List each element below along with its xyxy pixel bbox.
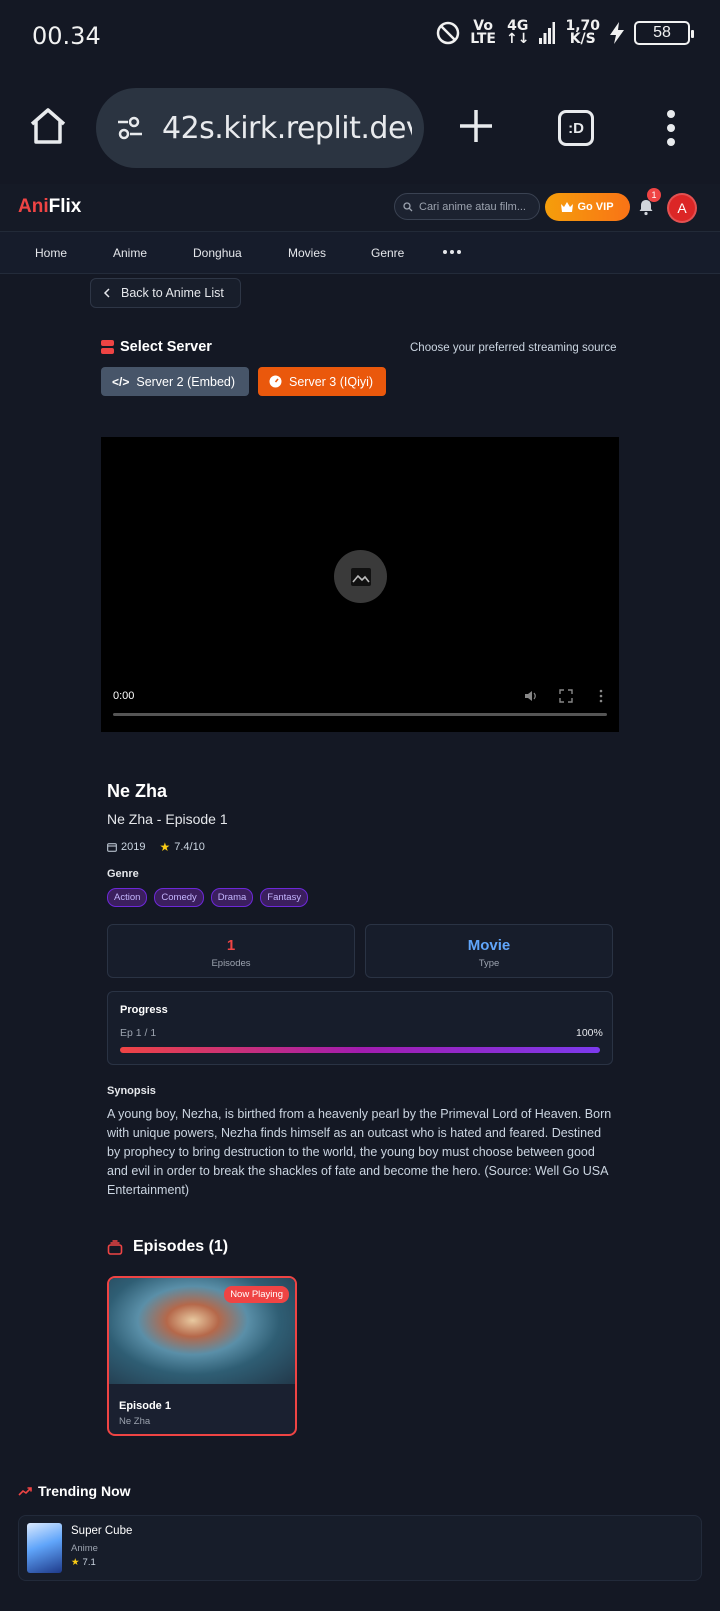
- crown-icon: [561, 202, 574, 212]
- progress-title: Progress: [120, 1004, 168, 1016]
- new-tab-icon[interactable]: [458, 108, 494, 144]
- synopsis-text: A young boy, Nezha, is birthed from a he…: [107, 1107, 612, 1197]
- url-text[interactable]: 42s.kirk.replit.dev: [162, 111, 412, 146]
- signal-icon: [539, 22, 556, 44]
- avatar[interactable]: A: [667, 193, 697, 223]
- site-logo[interactable]: AniFlix: [18, 196, 81, 218]
- year: 2019: [107, 841, 145, 853]
- search-box[interactable]: [394, 193, 540, 220]
- server-hint: Choose your preferred streaming source: [410, 342, 617, 354]
- search-input[interactable]: [419, 200, 531, 213]
- trending-type: Anime: [71, 1543, 98, 1554]
- episodes-heading: Episodes (1): [107, 1238, 228, 1256]
- genre-tag[interactable]: Action: [107, 888, 148, 907]
- nav-item-movies[interactable]: Movies: [288, 246, 326, 260]
- type-stat: Movie Type: [365, 924, 613, 978]
- genre-tag[interactable]: Comedy: [154, 888, 204, 907]
- nav-more-icon[interactable]: [443, 250, 461, 254]
- nav-item-home[interactable]: Home: [35, 246, 67, 260]
- video-more-icon[interactable]: [594, 689, 608, 703]
- episode-subtitle: Ne Zha: [119, 1416, 151, 1427]
- server-icon: [101, 340, 114, 354]
- progress-card: [107, 991, 613, 1065]
- code-icon: </>: [112, 374, 130, 389]
- nav-item-anime[interactable]: Anime: [113, 246, 147, 260]
- video-placeholder-icon[interactable]: [334, 550, 387, 603]
- genre-label: Genre: [107, 868, 139, 880]
- video-time: 0:00: [113, 690, 135, 702]
- network-type: 4G ↑↓: [505, 18, 530, 47]
- star-icon: ★: [159, 840, 171, 854]
- gauge-icon: [269, 375, 282, 388]
- progress-bar: [120, 1047, 600, 1053]
- dnd-icon: [437, 21, 460, 45]
- nav-item-genre[interactable]: Genre: [371, 246, 404, 260]
- now-playing-badge: Now Playing: [224, 1286, 289, 1303]
- back-button[interactable]: Back to Anime List: [90, 278, 241, 308]
- notification-badge: 1: [647, 188, 661, 202]
- trending-rating: ★ 7.1: [71, 1557, 96, 1568]
- trending-heading: Trending Now: [18, 1483, 131, 1499]
- rating: ★ 7.4/10: [159, 840, 205, 854]
- server-section-title: Select Server: [101, 339, 212, 355]
- status-time: 00.34: [32, 22, 101, 50]
- chevron-left-icon: [103, 288, 110, 298]
- episode-title: Episode 1: [119, 1400, 171, 1412]
- synopsis-label: Synopsis: [107, 1085, 156, 1097]
- anime-meta: 2019 ★ 7.4/10: [107, 840, 205, 854]
- search-icon: [403, 201, 413, 211]
- nav-item-donghua[interactable]: Donghua: [193, 246, 242, 260]
- episode-card[interactable]: Now Playing Episode 1 Ne Zha: [107, 1276, 297, 1436]
- episodes-stat: 1 Episodes: [107, 924, 355, 978]
- server-2-button[interactable]: </> Server 2 (Embed): [101, 367, 249, 396]
- genre-tags: Action Comedy Drama Fantasy: [107, 888, 309, 907]
- star-icon: ★: [71, 1557, 80, 1568]
- address-bar[interactable]: 42s.kirk.replit.dev: [96, 88, 424, 168]
- video-progress-bar[interactable]: [113, 713, 607, 716]
- trending-title[interactable]: Super Cube: [71, 1525, 132, 1537]
- go-vip-label: Go VIP: [577, 201, 614, 213]
- home-icon[interactable]: [28, 106, 68, 146]
- server-3-button[interactable]: Server 3 (IQiyi): [258, 367, 386, 396]
- go-vip-button[interactable]: Go VIP: [545, 193, 630, 221]
- net-speed: 1,70 K/S: [565, 18, 600, 47]
- charging-icon: [610, 22, 624, 44]
- anime-title: Ne Zha: [107, 781, 168, 801]
- tab-switcher-button[interactable]: :D: [558, 110, 594, 146]
- volte-indicator: Vo LTE: [470, 18, 496, 47]
- main-nav: [0, 232, 720, 274]
- back-label: Back to Anime List: [121, 286, 224, 300]
- episode-subtitle: Ne Zha - Episode 1: [107, 811, 228, 827]
- layers-icon: [107, 1239, 123, 1255]
- status-icons: Vo LTE 4G ↑↓ 1,70 K/S 58: [436, 18, 694, 47]
- trending-up-icon: [18, 1487, 32, 1496]
- battery-indicator: 58: [634, 21, 694, 45]
- site-settings-icon[interactable]: [114, 112, 146, 144]
- fullscreen-icon[interactable]: [559, 689, 573, 703]
- volume-icon[interactable]: [524, 689, 538, 703]
- genre-tag[interactable]: Drama: [210, 888, 254, 907]
- progress-episode: Ep 1 / 1: [120, 1027, 157, 1039]
- browser-menu-icon[interactable]: [664, 110, 678, 146]
- progress-percent: 100%: [576, 1027, 603, 1039]
- genre-tag[interactable]: Fantasy: [260, 888, 309, 907]
- trending-thumbnail[interactable]: [27, 1523, 62, 1573]
- progress-bar-fill: [120, 1047, 600, 1053]
- calendar-icon: [107, 843, 117, 852]
